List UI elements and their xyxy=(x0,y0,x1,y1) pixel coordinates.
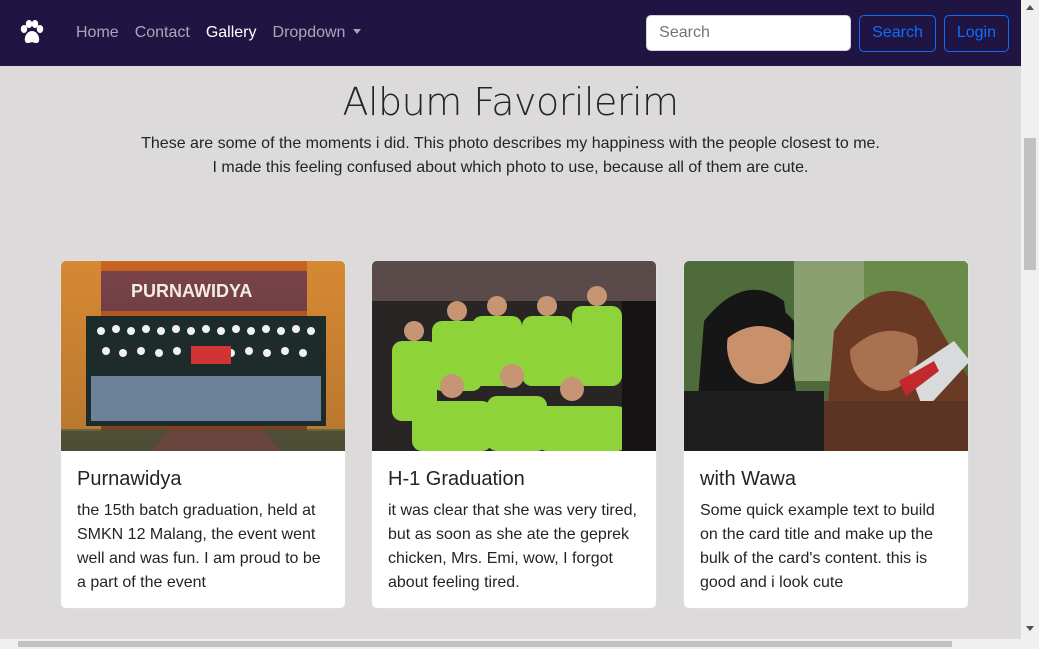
search-input[interactable] xyxy=(646,15,852,51)
lead-line-1: These are some of the moments i did. Thi… xyxy=(141,135,880,152)
card-body: Purnawidya the 15th batch graduation, he… xyxy=(61,451,345,595)
card-image-h1-graduation xyxy=(372,261,656,451)
navbar: Home Contact Gallery Dropdown Search Log… xyxy=(0,0,1021,66)
horizontal-scrollbar[interactable] xyxy=(0,639,1021,649)
nav-link-contact[interactable]: Contact xyxy=(135,24,190,42)
gallery-card-purnawidya: PURNAWIDYA Purnawidya the 15th batch gra… xyxy=(60,260,346,609)
card-image-with-wawa xyxy=(684,261,968,451)
card-body: H-1 Graduation it was clear that she was… xyxy=(372,451,656,595)
card-text: it was clear that she was very tired, bu… xyxy=(388,502,637,591)
card-title: with Wawa xyxy=(700,468,796,490)
nav-link-gallery[interactable]: Gallery xyxy=(206,24,257,42)
lead-line-2: I made this feeling confused about which… xyxy=(212,159,809,176)
search-button[interactable]: Search xyxy=(859,14,936,52)
scroll-up-arrow-icon[interactable] xyxy=(1026,5,1034,10)
vertical-scrollbar[interactable] xyxy=(1021,0,1039,649)
page-title: Album Favorilerim xyxy=(342,80,679,124)
vertical-scrollbar-thumb[interactable] xyxy=(1024,138,1036,270)
card-title: Purnawidya xyxy=(77,468,182,490)
card-image-purnawidya: PURNAWIDYA xyxy=(61,261,345,451)
card-text: the 15th batch graduation, held at SMKN … xyxy=(77,502,321,591)
card-body: with Wawa Some quick example text to bui… xyxy=(684,451,968,595)
paw-icon xyxy=(20,20,44,43)
page-lead: These are some of the moments i did. Thi… xyxy=(0,132,1021,180)
search-form: Search Login xyxy=(646,14,1009,52)
login-button[interactable]: Login xyxy=(943,14,1009,52)
nav-link-home[interactable]: Home xyxy=(76,24,119,42)
card-title: H-1 Graduation xyxy=(388,468,525,490)
gallery-card-h1-graduation: H-1 Graduation it was clear that she was… xyxy=(371,260,657,609)
nav-dropdown-label: Dropdown xyxy=(272,24,346,41)
scroll-down-arrow-icon[interactable] xyxy=(1026,626,1034,631)
brand-logo[interactable] xyxy=(16,17,48,49)
card-text: Some quick example text to build on the … xyxy=(700,502,935,591)
nav-dropdown-toggle[interactable]: Dropdown xyxy=(273,24,362,42)
caret-down-icon xyxy=(353,29,362,34)
horizontal-scrollbar-thumb[interactable] xyxy=(18,641,952,647)
gallery-card-with-wawa: with Wawa Some quick example text to bui… xyxy=(683,260,969,609)
banner-text: PURNAWIDYA xyxy=(131,281,252,301)
